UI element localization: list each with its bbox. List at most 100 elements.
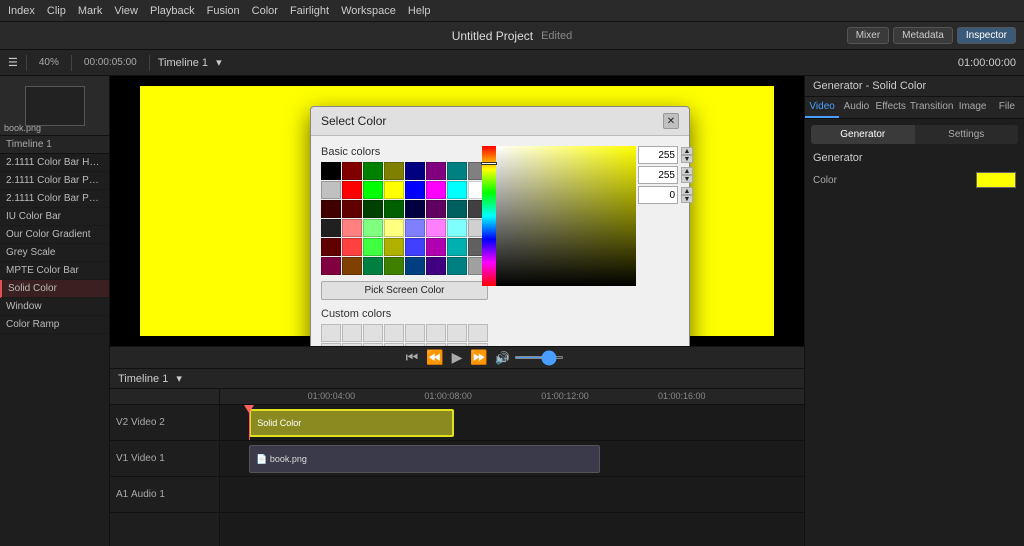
color-cell[interactable] <box>426 238 446 256</box>
color-cell[interactable] <box>321 219 341 237</box>
color-swatch[interactable] <box>976 172 1016 188</box>
color-cell[interactable] <box>363 219 383 237</box>
color-cell[interactable] <box>321 200 341 218</box>
green-down[interactable]: ▼ <box>681 175 693 183</box>
sidebar-item-solid-color[interactable]: Solid Color <box>0 280 109 298</box>
menu-clip[interactable]: Clip <box>47 5 66 17</box>
custom-color-cell[interactable] <box>468 343 488 346</box>
color-cell[interactable] <box>447 257 467 275</box>
menu-help[interactable]: Help <box>408 5 431 17</box>
color-cell[interactable] <box>447 238 467 256</box>
menu-fusion[interactable]: Fusion <box>207 5 240 17</box>
color-cell[interactable] <box>426 219 446 237</box>
clip-solid-color[interactable]: Solid Color <box>249 409 453 437</box>
color-cell[interactable] <box>405 162 425 180</box>
custom-color-cell[interactable] <box>321 324 341 342</box>
color-cell[interactable] <box>342 257 362 275</box>
menu-playback[interactable]: Playback <box>150 5 195 17</box>
color-cell[interactable] <box>384 219 404 237</box>
color-cell[interactable] <box>321 257 341 275</box>
blue-down[interactable]: ▼ <box>681 195 693 203</box>
tab-transition[interactable]: Transition <box>908 97 956 118</box>
custom-color-cell[interactable] <box>363 343 383 346</box>
color-cell[interactable] <box>342 181 362 199</box>
color-cell[interactable] <box>405 219 425 237</box>
metadata-button[interactable]: Metadata <box>893 27 953 44</box>
color-cell[interactable] <box>384 200 404 218</box>
color-cell[interactable] <box>447 162 467 180</box>
color-cell[interactable] <box>426 200 446 218</box>
sidebar-item-0[interactable]: 2.1111 Color Bar HLG... <box>0 154 109 172</box>
custom-color-cell[interactable] <box>405 324 425 342</box>
custom-color-cell[interactable] <box>405 343 425 346</box>
menu-fairlight[interactable]: Fairlight <box>290 5 329 17</box>
sidebar-item-5[interactable]: Grey Scale <box>0 244 109 262</box>
tab-effects[interactable]: Effects <box>874 97 908 118</box>
zoom-level[interactable]: 40% <box>35 55 63 70</box>
inspector-button[interactable]: Inspector <box>957 27 1016 44</box>
custom-color-cell[interactable] <box>384 343 404 346</box>
blue-input[interactable] <box>638 186 678 204</box>
mixer-button[interactable]: Mixer <box>847 27 889 44</box>
color-cell[interactable] <box>384 162 404 180</box>
color-cell[interactable] <box>321 162 341 180</box>
green-up[interactable]: ▲ <box>681 167 693 175</box>
tab-file[interactable]: File <box>990 97 1024 118</box>
color-cell[interactable] <box>363 162 383 180</box>
gradient-main[interactable] <box>496 146 636 286</box>
pick-screen-button[interactable]: Pick Screen Color <box>321 281 488 300</box>
timeline-dropdown-arrow[interactable]: ▾ <box>176 372 182 385</box>
sidebar-item-9[interactable]: Color Ramp <box>0 316 109 334</box>
red-down[interactable]: ▼ <box>681 155 693 163</box>
color-cell[interactable] <box>363 181 383 199</box>
tab-video[interactable]: Video <box>805 97 839 118</box>
tab-audio[interactable]: Audio <box>839 97 873 118</box>
color-cell[interactable] <box>384 257 404 275</box>
red-input[interactable] <box>638 146 678 164</box>
dialog-close-button[interactable]: ✕ <box>663 113 679 129</box>
custom-color-cell[interactable] <box>321 343 341 346</box>
clip-book[interactable]: 📄 book.png <box>249 445 599 473</box>
menu-workspace[interactable]: Workspace <box>341 5 396 17</box>
color-cell[interactable] <box>363 238 383 256</box>
color-cell[interactable] <box>405 238 425 256</box>
color-cell[interactable] <box>405 257 425 275</box>
custom-color-cell[interactable] <box>447 324 467 342</box>
custom-color-cell[interactable] <box>363 324 383 342</box>
color-cell[interactable] <box>405 200 425 218</box>
color-cell[interactable] <box>426 257 446 275</box>
skip-start-button[interactable]: ⏮ <box>406 349 419 366</box>
sidebar-item-4[interactable]: Our Color Gradient <box>0 226 109 244</box>
color-cell[interactable] <box>447 219 467 237</box>
custom-color-cell[interactable] <box>426 343 446 346</box>
sidebar-item-2[interactable]: 2.1111 Color Bar PQ... <box>0 190 109 208</box>
custom-color-cell[interactable] <box>342 343 362 346</box>
color-cell[interactable] <box>342 200 362 218</box>
custom-color-cell[interactable] <box>426 324 446 342</box>
custom-color-cell[interactable] <box>384 324 404 342</box>
gen-tab-generator[interactable]: Generator <box>811 125 915 144</box>
color-cell[interactable] <box>342 162 362 180</box>
color-cell[interactable] <box>447 181 467 199</box>
step-forward-button[interactable]: ⏩ <box>470 349 487 366</box>
sidebar-item-1[interactable]: 2.1111 Color Bar PQ F... <box>0 172 109 190</box>
play-button[interactable]: ▶ <box>452 349 463 366</box>
color-cell[interactable] <box>321 238 341 256</box>
color-cell[interactable] <box>363 257 383 275</box>
color-cell[interactable] <box>405 181 425 199</box>
tab-image[interactable]: Image <box>955 97 989 118</box>
green-input[interactable] <box>638 166 678 184</box>
custom-color-cell[interactable] <box>342 324 362 342</box>
timecode-display[interactable]: 00:00:05:00 <box>80 55 141 70</box>
gen-tab-settings[interactable]: Settings <box>915 125 1019 144</box>
custom-color-cell[interactable] <box>447 343 467 346</box>
custom-color-cell[interactable] <box>468 324 488 342</box>
color-cell[interactable] <box>321 181 341 199</box>
sidebar-item-6[interactable]: MPTE Color Bar <box>0 262 109 280</box>
menu-view[interactable]: View <box>114 5 138 17</box>
timeline-dropdown-icon[interactable]: ▾ <box>216 56 222 69</box>
color-cell[interactable] <box>384 238 404 256</box>
menu-index[interactable]: Index <box>8 5 35 17</box>
color-cell[interactable] <box>384 181 404 199</box>
color-cell[interactable] <box>342 219 362 237</box>
